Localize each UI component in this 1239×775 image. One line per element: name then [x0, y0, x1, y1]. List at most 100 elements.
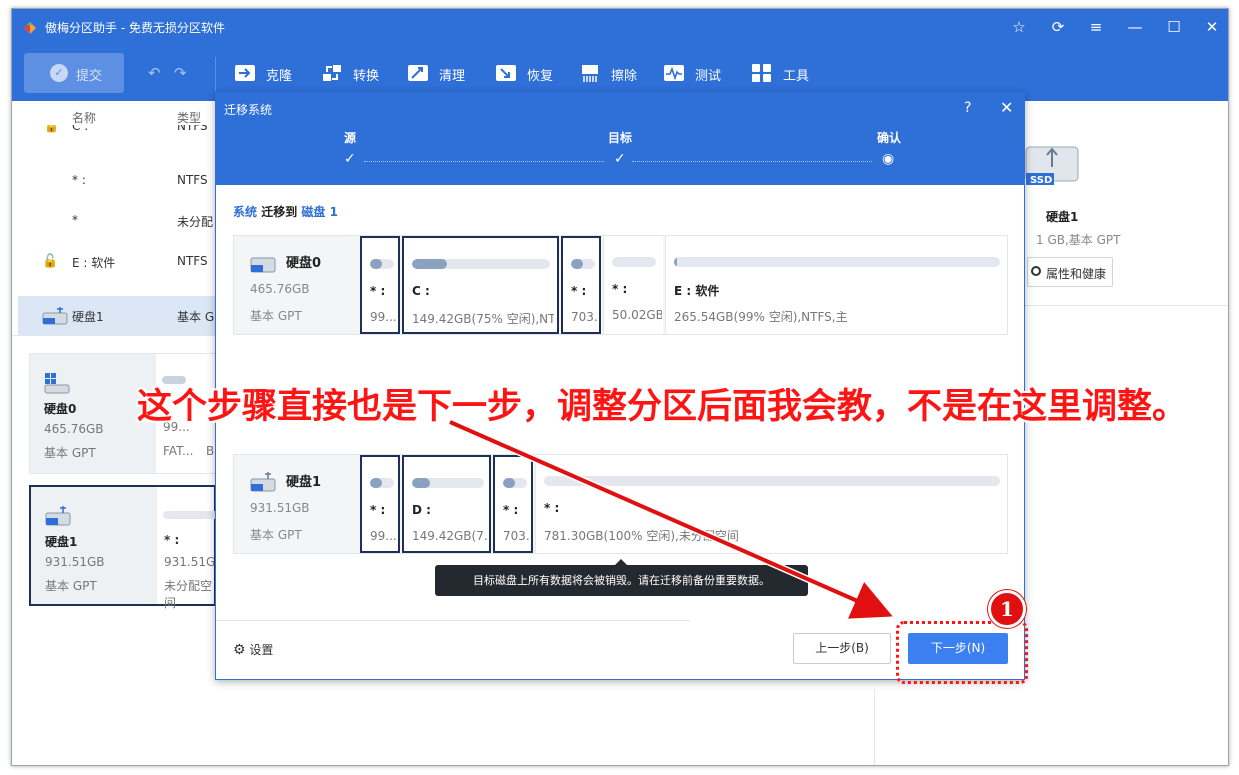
svg-text:SSD: SSD [1030, 175, 1052, 186]
help-icon[interactable]: ? [964, 100, 971, 116]
clone-icon [235, 65, 255, 81]
minimize-icon[interactable]: — [1125, 17, 1145, 37]
partition-block[interactable]: * : 99.... [360, 236, 400, 334]
list-item-disk1[interactable]: 硬盘1 基本 G [18, 296, 216, 336]
lock-icon: 🔓 [42, 254, 59, 269]
app-logo-icon [24, 22, 36, 34]
star-icon[interactable]: ☆ [1009, 17, 1029, 37]
migration-summary: 系统 迁移到 磁盘 1 [233, 205, 338, 219]
partition-bar [163, 511, 223, 519]
partition-block-d[interactable]: D : 149.42GB(7... [402, 455, 491, 553]
partition-usage-bar [544, 476, 1000, 486]
test-icon [664, 65, 684, 81]
partition-block-unallocated[interactable]: * : 781.30GB(100% 空闲),未分配空间 [535, 455, 1007, 553]
step-label-target: 目标 [608, 131, 633, 145]
disk-info: 硬盘1 931.51GB 基本 GPT [234, 455, 358, 553]
usb-ssd-icon: SSD [1025, 146, 1079, 186]
list-item[interactable]: 🔓 E : 软件 NTFS [12, 242, 216, 282]
partition-usage-fill [503, 478, 515, 488]
partition-block-c[interactable]: C : 149.42GB(75% 空闲),NTFS,系统,主 [402, 236, 559, 334]
annotation-highlight-box [896, 621, 1028, 684]
data-loss-warning-tooltip: 目标磁盘上所有数据将会被销毁。请在迁移前备份重要数据。 [435, 559, 808, 596]
partition-usage-bar [571, 259, 595, 269]
step-connector [364, 161, 604, 162]
wipe-icon [582, 65, 598, 82]
step-current-icon: ◉ [882, 151, 895, 167]
maximize-icon[interactable]: ☐ [1164, 17, 1184, 37]
disk-card-disk1[interactable]: 硬盘1 931.51GB 基本 GPT * : 931.51GB 未分配空间 [29, 485, 224, 610]
partition-block[interactable]: * : 703.... [493, 455, 533, 553]
partition-block[interactable]: * : 703.... [561, 236, 601, 334]
commit-label: 提交 [76, 69, 103, 84]
cleanup-icon [408, 65, 428, 81]
target-disk-row: 硬盘1 931.51GB 基本 GPT * : 99.... D : 149.4… [233, 454, 1008, 554]
app-title: 傲梅分区助手 - 免费无损分区软件 [45, 21, 225, 35]
partition-block[interactable]: * : 99.... [360, 455, 400, 553]
dialog-header: 迁移系统 ? ✕ 源 目标 确认 ✓ ✓ ◉ [216, 93, 1024, 185]
partition-usage-fill [370, 478, 382, 488]
list-item[interactable]: 🔒 C : NTFS [12, 125, 216, 145]
annotation-text: 这个步骤直接也是下一步，调整分区后面我会教，不是在这里调整。 [137, 387, 1188, 427]
tools-button[interactable]: 工具 [751, 63, 821, 85]
partition-block[interactable]: * : 50.02GB... [603, 236, 663, 334]
recover-button[interactable]: 恢复 [495, 63, 565, 85]
settings-button[interactable]: ⚙ 设置 [233, 641, 273, 658]
partition-usage-bar [412, 478, 484, 488]
tools-icon [752, 64, 771, 82]
disk-info: 1 GB,基本 GPT [1036, 233, 1121, 247]
dialog-title: 迁移系统 [224, 103, 273, 117]
disk-name: 硬盘1 [1046, 210, 1079, 224]
partition-usage-fill [674, 257, 678, 267]
ssd-disk-icon [42, 307, 68, 325]
disk-properties-pane: SSD 硬盘1 1 GB,基本 GPT 属性和健康 [1024, 101, 1228, 765]
partition-usage-fill [412, 259, 447, 269]
redo-icon[interactable]: ↷ [174, 64, 187, 82]
clone-button[interactable]: 克隆 [234, 63, 304, 85]
dialog-close-icon[interactable]: ✕ [1000, 98, 1013, 117]
step-check-icon: ✓ [344, 151, 356, 167]
list-item[interactable]: * : NTFS [12, 161, 216, 201]
undo-icon[interactable]: ↶ [148, 64, 161, 82]
usb-ssd-disk-icon [250, 472, 276, 492]
partition-usage-fill [571, 259, 583, 269]
divider [1024, 305, 1228, 306]
partition-usage-bar [370, 478, 394, 488]
step-label-source: 源 [344, 131, 357, 145]
wipe-button[interactable]: 擦除 [579, 63, 649, 85]
health-icon [1031, 266, 1041, 276]
previous-button[interactable]: 上一步(B) [793, 633, 891, 664]
windows-disk-icon [44, 373, 70, 394]
ssd-disk-icon [45, 506, 71, 526]
convert-icon [323, 65, 341, 81]
ssd-disk-icon [250, 257, 276, 273]
column-header-type: 类型 [177, 111, 202, 125]
partition-usage-bar [412, 259, 550, 269]
refresh-icon[interactable]: ⟳ [1048, 17, 1068, 37]
partition-usage-bar [370, 259, 394, 269]
list-item[interactable]: * 未分配 [12, 201, 216, 241]
step-check-icon: ✓ [614, 151, 626, 167]
step-badge: 1 [988, 590, 1026, 628]
title-bar: 傲梅分区助手 - 免费无损分区软件 ☆ ⟳ ≡ — ☐ ✕ [12, 9, 1228, 45]
partition-list-pane: 名称 类型 🔒 C : NTFS * : NTFS * 未分配 🔓 E : 软件… [12, 101, 224, 765]
toolbar-divider [215, 57, 216, 91]
source-disk-row: 硬盘0 465.76GB 基本 GPT * : 99.... C : 149.4… [233, 235, 1008, 335]
recover-icon [496, 65, 516, 81]
partition-block-e[interactable]: E : 软件 265.54GB(99% 空闲),NTFS,主 [665, 236, 1007, 334]
partition-usage-bar [503, 478, 527, 488]
step-label-confirm: 确认 [877, 131, 902, 145]
properties-health-button[interactable]: 属性和健康 [1027, 257, 1113, 287]
convert-button[interactable]: 转换 [321, 63, 391, 85]
cleanup-button[interactable]: 清理 [407, 63, 477, 85]
test-button[interactable]: 测试 [663, 63, 733, 85]
divider [216, 620, 690, 621]
close-icon[interactable]: ✕ [1202, 17, 1222, 37]
step-connector [632, 161, 872, 162]
menu-icon[interactable]: ≡ [1086, 17, 1106, 37]
divider [874, 689, 875, 765]
partition-usage-fill [412, 478, 430, 488]
commit-button[interactable]: ✓ 提交 [24, 53, 124, 93]
partition-usage-fill [370, 259, 382, 269]
column-header-name: 名称 [72, 111, 97, 125]
partition-usage-bar [612, 257, 656, 267]
